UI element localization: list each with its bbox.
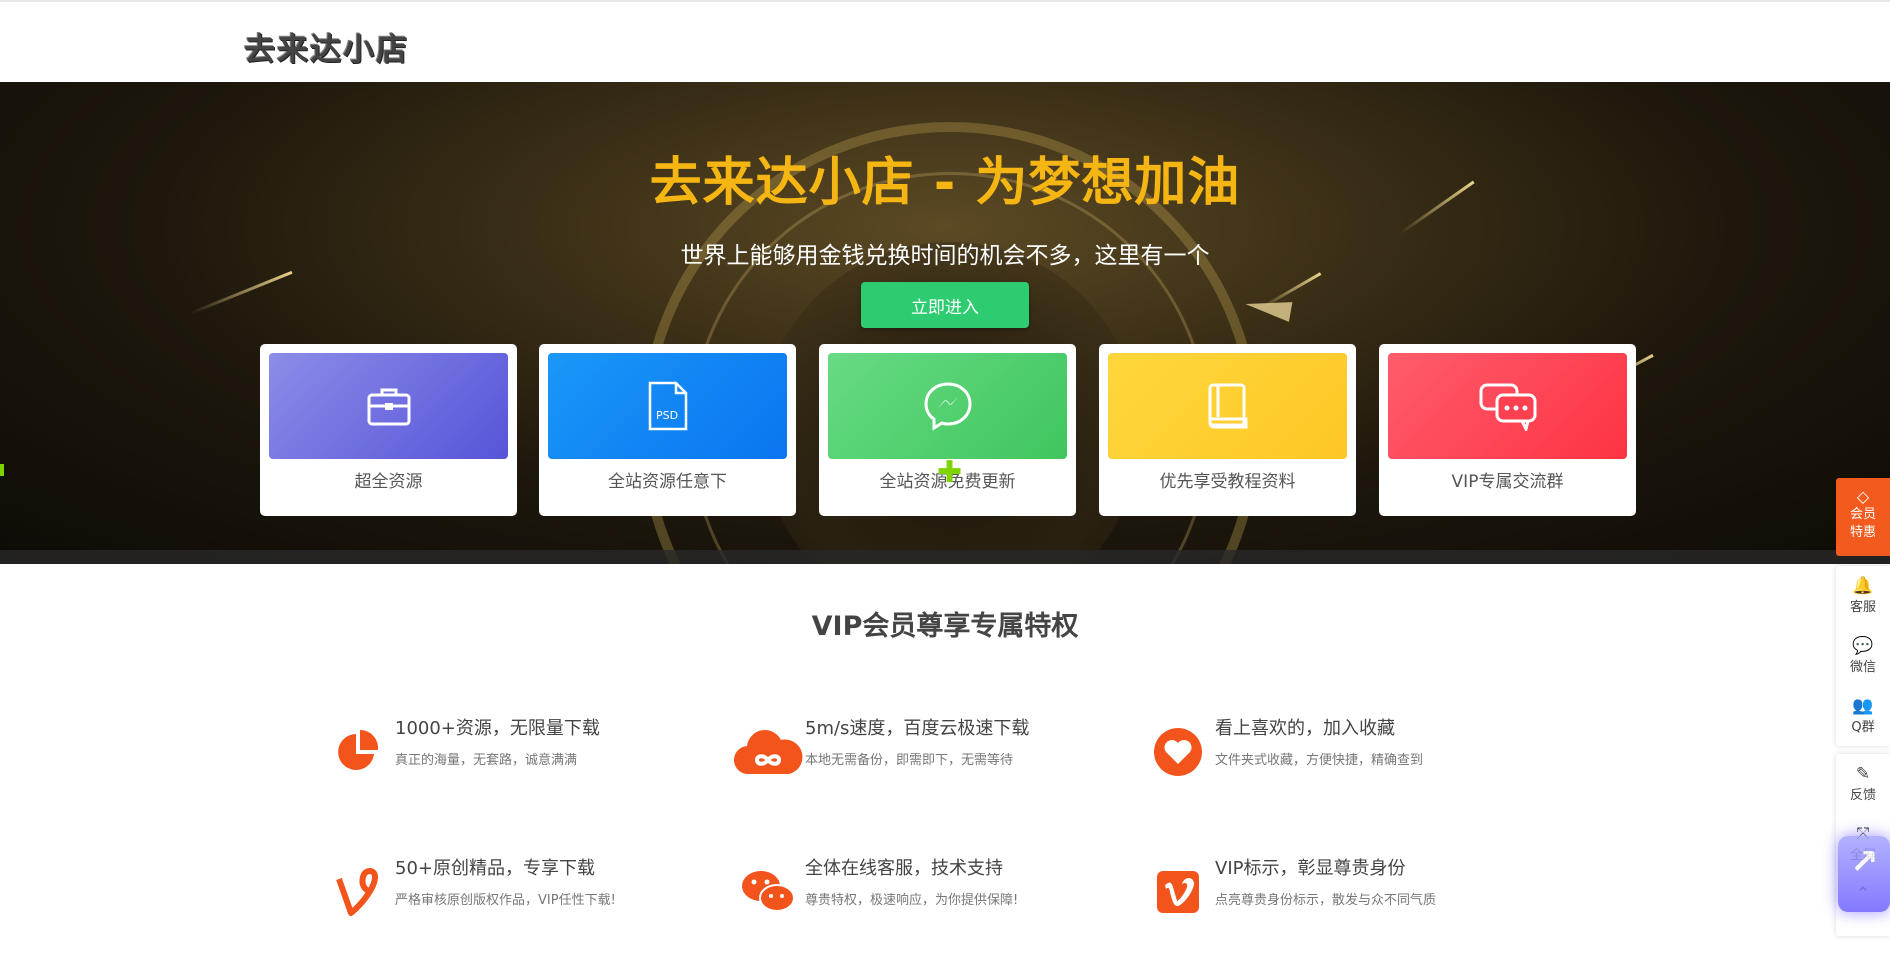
vimeo-icon xyxy=(1142,862,1214,922)
hero-subtitle: 世界上能够用金钱兑换时间的机会不多，这里有一个 xyxy=(680,243,1210,269)
site-logo[interactable]: 去来达小店 xyxy=(244,24,409,69)
sidebar-item-feedback[interactable]: ✎ 反馈 xyxy=(1836,754,1890,814)
card-label: 超全资源 xyxy=(354,472,423,492)
diamond-icon: ◇ xyxy=(1856,487,1870,506)
chat-icon xyxy=(1479,383,1536,431)
card-label: VIP专属交流群 xyxy=(1451,472,1564,492)
move-cursor-icon: ✚ xyxy=(937,455,963,490)
light-streak xyxy=(189,270,293,315)
vip-tab-line2: 特惠 xyxy=(1849,525,1876,540)
card-free-updates[interactable]: 全站资源免费更新 xyxy=(819,344,1076,516)
hero-banner: 去来达小店 - 为梦想加油 世界上能够用金钱兑换时间的机会不多，这里有一个 立即… xyxy=(0,82,1890,564)
feature-desc: 文件夹式收藏，方便快捷，精确查到 xyxy=(1215,753,1424,768)
sidebar-item-label: Q群 xyxy=(1851,720,1875,735)
sidebar-item-label: 微信 xyxy=(1849,660,1876,675)
svg-text:PSD: PSD xyxy=(656,409,678,422)
card-vip-group[interactable]: VIP专属交流群 xyxy=(1379,344,1636,516)
gold-shard-decoration xyxy=(1243,294,1293,322)
psd-file-icon: PSD xyxy=(648,381,687,431)
feature-title: 5m/s速度，百度云极速下载 xyxy=(805,718,1030,739)
feature-desc: 真正的海量，无套路，诚意满满 xyxy=(395,753,578,768)
feature-item: 50+原创精品，专享下载 严格审核原创版权作品，VIP任性下载! xyxy=(322,854,702,924)
briefcase-icon xyxy=(367,388,410,426)
book-icon xyxy=(1208,383,1247,429)
feature-cards: 超全资源 PSD 全站资源任意下 全站资源免费更新 优先享受教程资料 VIP专属… xyxy=(260,344,1636,516)
feature-desc: 尊贵特权，极速响应，为你提供保障! xyxy=(805,893,1019,908)
feature-title: 50+原创精品，专享下载 xyxy=(395,858,595,879)
heart-icon xyxy=(1142,722,1214,782)
vine-icon xyxy=(322,862,394,922)
messenger-icon xyxy=(923,382,972,431)
feature-desc: 点亮尊贵身份标示，散发与众不同气质 xyxy=(1215,893,1437,908)
feature-title: 1000+资源，无限量下载 xyxy=(395,718,600,739)
wechat-icon xyxy=(732,862,804,922)
card-image xyxy=(269,353,508,459)
card-tutorials[interactable]: 优先享受教程资料 xyxy=(1099,344,1356,516)
card-image xyxy=(1388,353,1627,459)
feature-item: 5m/s速度，百度云极速下载 本地无需备份，即需即下，无需等待 xyxy=(732,714,1112,784)
feature-desc: 严格审核原创版权作品，VIP任性下载! xyxy=(395,893,616,908)
feature-item: 看上喜欢的，加入收藏 文件夹式收藏，方便快捷，精确查到 xyxy=(1142,714,1522,784)
card-image xyxy=(828,353,1067,459)
card-download-any[interactable]: PSD 全站资源任意下 xyxy=(539,344,796,516)
card-image xyxy=(1108,353,1347,459)
vip-discount-tab[interactable]: ◇ 会员 特惠 xyxy=(1836,478,1890,556)
feature-title: 全体在线客服，技术支持 xyxy=(805,858,1003,879)
card-image: PSD xyxy=(548,353,787,459)
enter-button[interactable]: 立即进入 xyxy=(861,282,1029,328)
hero-bottom-strip xyxy=(0,550,1890,564)
wechat-icon: 💬 xyxy=(1852,636,1874,656)
hero-title: 去来达小店 - 为梦想加油 xyxy=(649,153,1241,213)
feature-item: 全体在线客服，技术支持 尊贵特权，极速响应，为你提供保障! xyxy=(732,854,1112,924)
contact-group: 🔔 客服 💬 微信 👥 Q群 xyxy=(1836,566,1890,746)
vip-tab-line1: 会员 xyxy=(1849,507,1876,522)
card-all-resources[interactable]: 超全资源 xyxy=(260,344,517,516)
feature-desc: 本地无需备份，即需即下，无需等待 xyxy=(805,753,1014,768)
top-header: 去来达小店 xyxy=(0,0,1890,82)
qq-icon: 🔔 xyxy=(1852,576,1874,596)
floating-assistant-button[interactable]: ↗ xyxy=(1838,836,1890,912)
feature-title: 看上喜欢的，加入收藏 xyxy=(1215,718,1395,739)
group-icon: 👥 xyxy=(1852,696,1874,716)
feature-title: VIP标示，彰显尊贵身份 xyxy=(1215,858,1406,879)
sidebar-item-qgroup[interactable]: 👥 Q群 xyxy=(1836,686,1890,746)
cloud-icon xyxy=(732,722,804,782)
vip-section-title: VIP会员尊享专属特权 xyxy=(811,611,1079,642)
feature-item: VIP标示，彰显尊贵身份 点亮尊贵身份标示，散发与众不同气质 xyxy=(1142,854,1522,924)
pie-chart-icon xyxy=(322,722,394,782)
sidebar-item-wechat[interactable]: 💬 微信 xyxy=(1836,626,1890,686)
card-label: 全站资源任意下 xyxy=(608,472,727,492)
arrow-logo-icon: ↗ xyxy=(1850,842,1879,882)
sidebar-item-service[interactable]: 🔔 客服 xyxy=(1836,566,1890,626)
sidebar-item-label: 客服 xyxy=(1849,600,1876,615)
edit-icon: ✎ xyxy=(1855,764,1871,784)
feature-item: 1000+资源，无限量下载 真正的海量，无套路，诚意满满 xyxy=(322,714,702,784)
left-edge-marker xyxy=(0,464,4,476)
sidebar-item-label: 反馈 xyxy=(1849,788,1876,803)
card-label: 优先享受教程资料 xyxy=(1159,472,1296,492)
